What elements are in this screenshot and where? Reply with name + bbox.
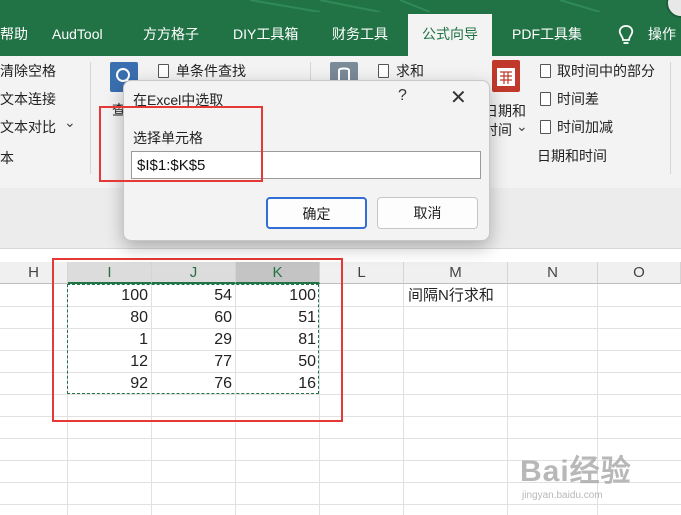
help-icon[interactable]: ?	[398, 87, 407, 105]
chevron-down-icon[interactable]: ⌄	[64, 114, 76, 131]
extract-time-part-button[interactable]: 取时间中的部分	[557, 61, 655, 81]
gridline	[0, 504, 681, 505]
column-header-o[interactable]: O	[598, 262, 681, 284]
bookmark-icon	[540, 64, 551, 78]
bookmark-icon	[158, 64, 169, 78]
gridline	[0, 438, 681, 439]
close-icon[interactable]: ✕	[450, 85, 467, 110]
confirm-button[interactable]: 确定	[266, 197, 367, 229]
ribbon-tab-bar: 帮助 AudTool 方方格子 DIY工具箱 财务工具 公式向导 PDF工具集 …	[0, 0, 681, 56]
column-header-n[interactable]: N	[508, 262, 598, 284]
tab-fangfang[interactable]: 方方格子	[143, 22, 199, 56]
highlight-box-range-input	[99, 106, 263, 182]
lightbulb-icon[interactable]	[617, 24, 635, 46]
tab-audtool[interactable]: AudTool	[52, 22, 103, 56]
tab-finance-tools[interactable]: 财务工具	[332, 22, 388, 56]
ribbon-divider	[670, 62, 671, 174]
tab-diy-toolbox[interactable]: DIY工具箱	[233, 22, 298, 56]
time-add-button[interactable]: 时间加减	[557, 117, 613, 137]
tab-formula-wizard[interactable]: 公式向导	[408, 14, 492, 56]
ribbon-divider	[90, 62, 91, 174]
gridline	[403, 284, 404, 515]
date-time-group-label: 日期和时间	[537, 148, 607, 164]
time-difference-button[interactable]: 时间差	[557, 89, 599, 109]
tab-help[interactable]: 帮助	[0, 22, 28, 56]
cancel-button[interactable]: 取消	[377, 197, 478, 229]
title-bar-decoration	[249, 0, 601, 12]
calendar-icon[interactable]	[492, 60, 520, 92]
bookmark-icon	[540, 92, 551, 106]
single-condition-lookup-button[interactable]: 单条件查找	[176, 61, 246, 81]
gridline	[507, 284, 508, 515]
bookmark-icon	[378, 64, 389, 78]
tab-pdf-tools[interactable]: PDF工具集	[512, 22, 582, 56]
group-label-text: 本	[0, 150, 14, 166]
cell-m1[interactable]: 间隔N行求和	[408, 284, 494, 306]
sum-button[interactable]: 求和	[396, 61, 424, 81]
text-compare-button[interactable]: 文本对比	[0, 117, 56, 137]
chevron-down-icon[interactable]: ⌄	[516, 118, 528, 135]
watermark: Bai经验 jingyan.baidu.com	[520, 446, 632, 501]
watermark-logo: Bai经验	[520, 455, 632, 488]
highlight-box-data-range	[52, 258, 343, 422]
clear-spaces-button[interactable]: 清除空格	[0, 61, 56, 81]
column-header-m[interactable]: M	[404, 262, 508, 284]
bookmark-icon	[540, 120, 551, 134]
tab-operations[interactable]: 操作	[648, 22, 676, 56]
watermark-url: jingyan.baidu.com	[522, 490, 603, 501]
avatar[interactable]	[666, 0, 681, 18]
text-join-button[interactable]: 文本连接	[0, 89, 56, 109]
